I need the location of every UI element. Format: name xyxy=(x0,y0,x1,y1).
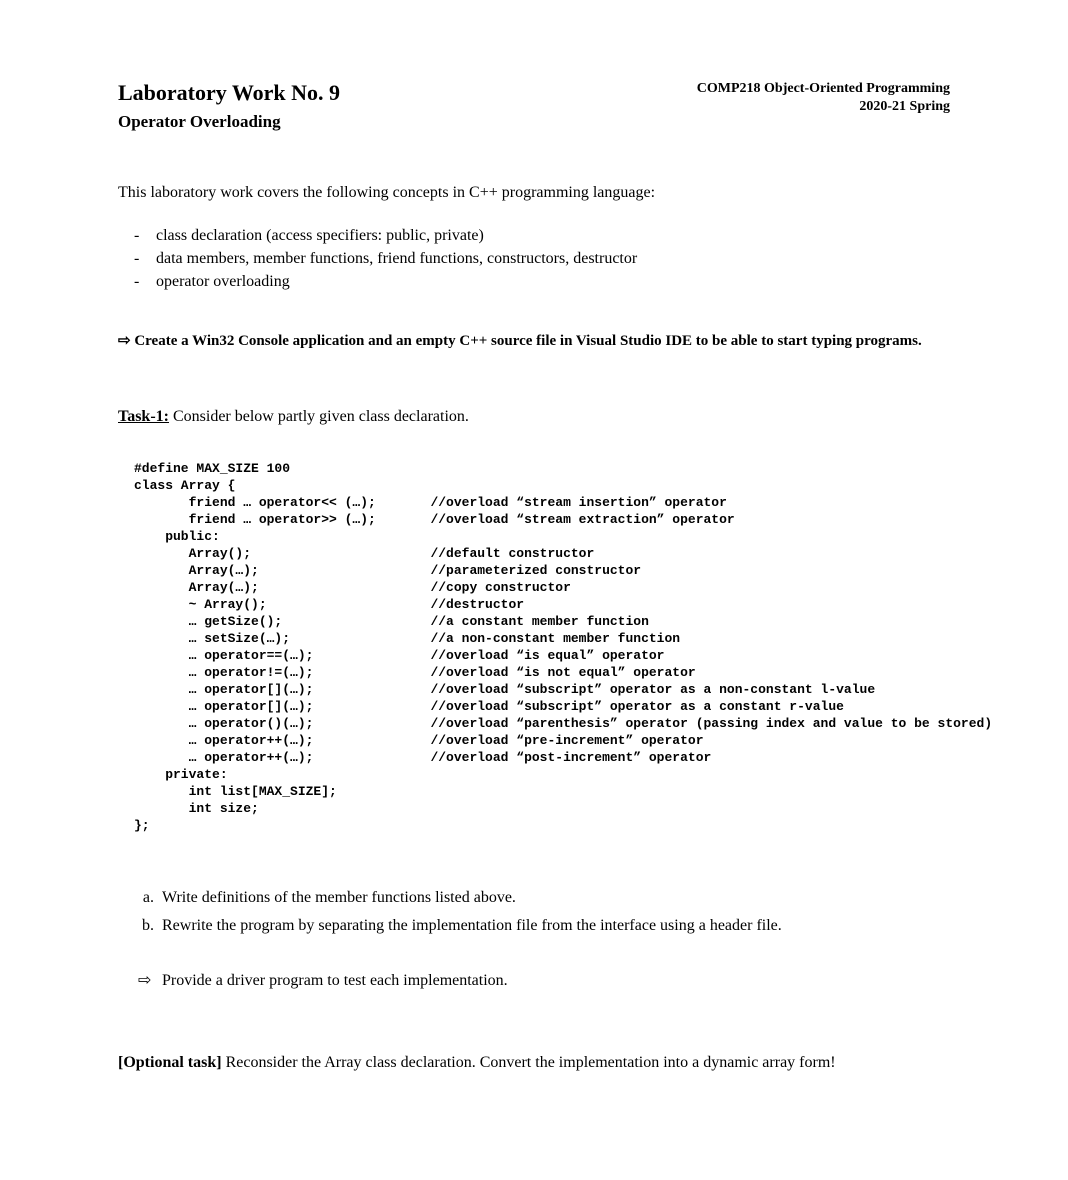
driver-line: ⇨Provide a driver program to test each i… xyxy=(138,970,950,990)
task-heading: Task-1: Consider below partly given clas… xyxy=(118,408,950,426)
task-text: Consider below partly given class declar… xyxy=(169,408,469,425)
list-item: operator overloading xyxy=(134,270,950,293)
optional-label: [Optional task] xyxy=(118,1054,222,1071)
list-item: Write definitions of the member function… xyxy=(158,884,950,912)
intro-paragraph: This laboratory work covers the followin… xyxy=(118,184,950,202)
page-header: COMP218 Object-Oriented Programming 2020… xyxy=(697,80,950,116)
task-label: Task-1: xyxy=(118,408,169,425)
arrow-right-icon: ⇨ xyxy=(118,333,134,349)
concepts-list: class declaration (access specifiers: pu… xyxy=(134,224,950,293)
document-page: COMP218 Object-Oriented Programming 2020… xyxy=(0,80,1068,1152)
instruction-line: ⇨ Create a Win32 Console application and… xyxy=(118,331,950,350)
list-item: data members, member functions, friend f… xyxy=(134,247,950,270)
optional-text: Reconsider the Array class declaration. … xyxy=(222,1054,836,1071)
course-label: COMP218 Object-Oriented Programming xyxy=(697,80,950,98)
list-item: Rewrite the program by separating the im… xyxy=(158,912,950,940)
optional-task: [Optional task] Reconsider the Array cla… xyxy=(118,1054,950,1072)
code-block: #define MAX_SIZE 100 class Array { frien… xyxy=(134,460,950,834)
instruction-text: Create a Win32 Console application and a… xyxy=(134,333,921,349)
subtasks-list: Write definitions of the member function… xyxy=(158,884,950,940)
list-item: class declaration (access specifiers: pu… xyxy=(134,224,950,247)
arrow-right-open-icon: ⇨ xyxy=(138,970,162,990)
driver-text: Provide a driver program to test each im… xyxy=(162,972,508,989)
term-label: 2020-21 Spring xyxy=(697,98,950,116)
